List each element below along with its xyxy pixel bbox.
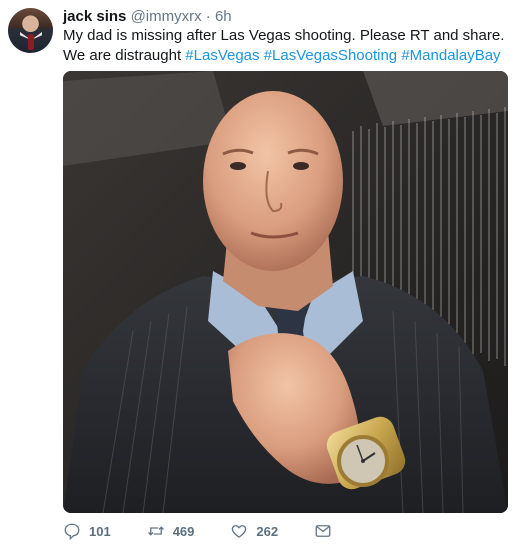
like-button[interactable]: 262	[230, 522, 278, 540]
envelope-icon	[315, 525, 331, 537]
tweet-photo[interactable]	[63, 71, 508, 513]
like-count: 262	[256, 523, 279, 539]
heart-icon	[232, 525, 247, 538]
hashtag-lasvegas[interactable]: #LasVegas	[185, 47, 259, 64]
avatar-tie	[28, 34, 34, 50]
author-avatar[interactable]	[8, 8, 53, 53]
direct-message-button[interactable]	[314, 522, 340, 540]
hashtag-lasvegasshooting[interactable]: #LasVegasShooting	[264, 47, 397, 64]
reply-button[interactable]: 101	[63, 522, 111, 540]
tweet-actions: 101 469 262	[63, 520, 376, 542]
retweet-icon	[147, 526, 164, 536]
tweet-card[interactable]: jack sins @immyxrx · 6h My dad is missin…	[0, 0, 522, 545]
author-handle[interactable]: @immyxrx	[131, 8, 202, 25]
header-separator: ·	[205, 8, 211, 25]
reply-icon	[64, 523, 80, 540]
author-name[interactable]: jack sins	[63, 8, 126, 25]
reply-count: 101	[89, 523, 111, 539]
tweet-time[interactable]: 6h	[215, 8, 232, 25]
retweet-count: 469	[172, 523, 195, 539]
tweet-text: My dad is missing after Las Vegas shooti…	[63, 26, 508, 66]
retweet-button[interactable]: 469	[147, 522, 195, 540]
hashtag-mandalaybay[interactable]: #MandalayBay	[401, 47, 500, 64]
tweet-header: jack sins @immyxrx · 6h	[63, 8, 232, 26]
photo-illustration	[63, 71, 508, 513]
